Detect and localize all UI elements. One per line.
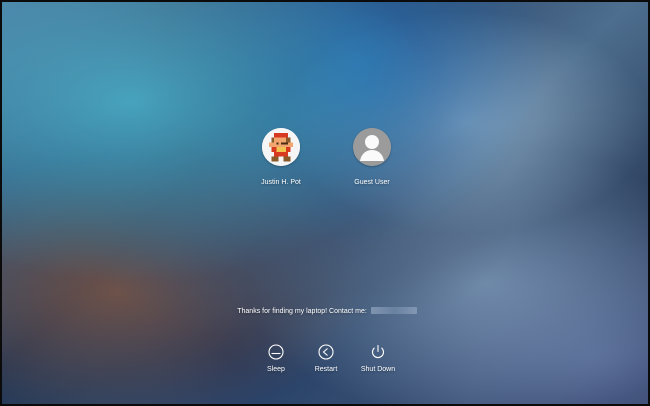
mario-avatar-icon[interactable] [262,128,300,166]
redacted-contact [370,307,417,314]
guest-user-icon[interactable] [353,128,391,166]
message-text: Thanks for finding my laptop! Contact me… [237,308,367,315]
power-actions: Sleep Restart Shut Down [2,343,648,383]
restart-button[interactable]: Restart [296,343,356,374]
shut-down-label: Shut Down [360,366,396,373]
restart-label: Restart [314,366,338,373]
user-list: Justin H. Pot Guest User [2,128,648,198]
guest-silhouette-icon [353,128,391,166]
sleep-icon [268,344,284,360]
restart-icon [318,344,334,360]
shut-down-button[interactable]: Shut Down [348,343,408,374]
mario-avatar-icon-art [262,128,300,166]
login-screen: Justin H. Pot Guest User Thanks for find… [0,0,650,406]
lock-screen-message: Thanks for finding my laptop! Contact me… [2,307,648,316]
power-icon [371,344,385,359]
user-guest[interactable]: Guest User [317,128,427,187]
user-name: Guest User [354,179,390,186]
